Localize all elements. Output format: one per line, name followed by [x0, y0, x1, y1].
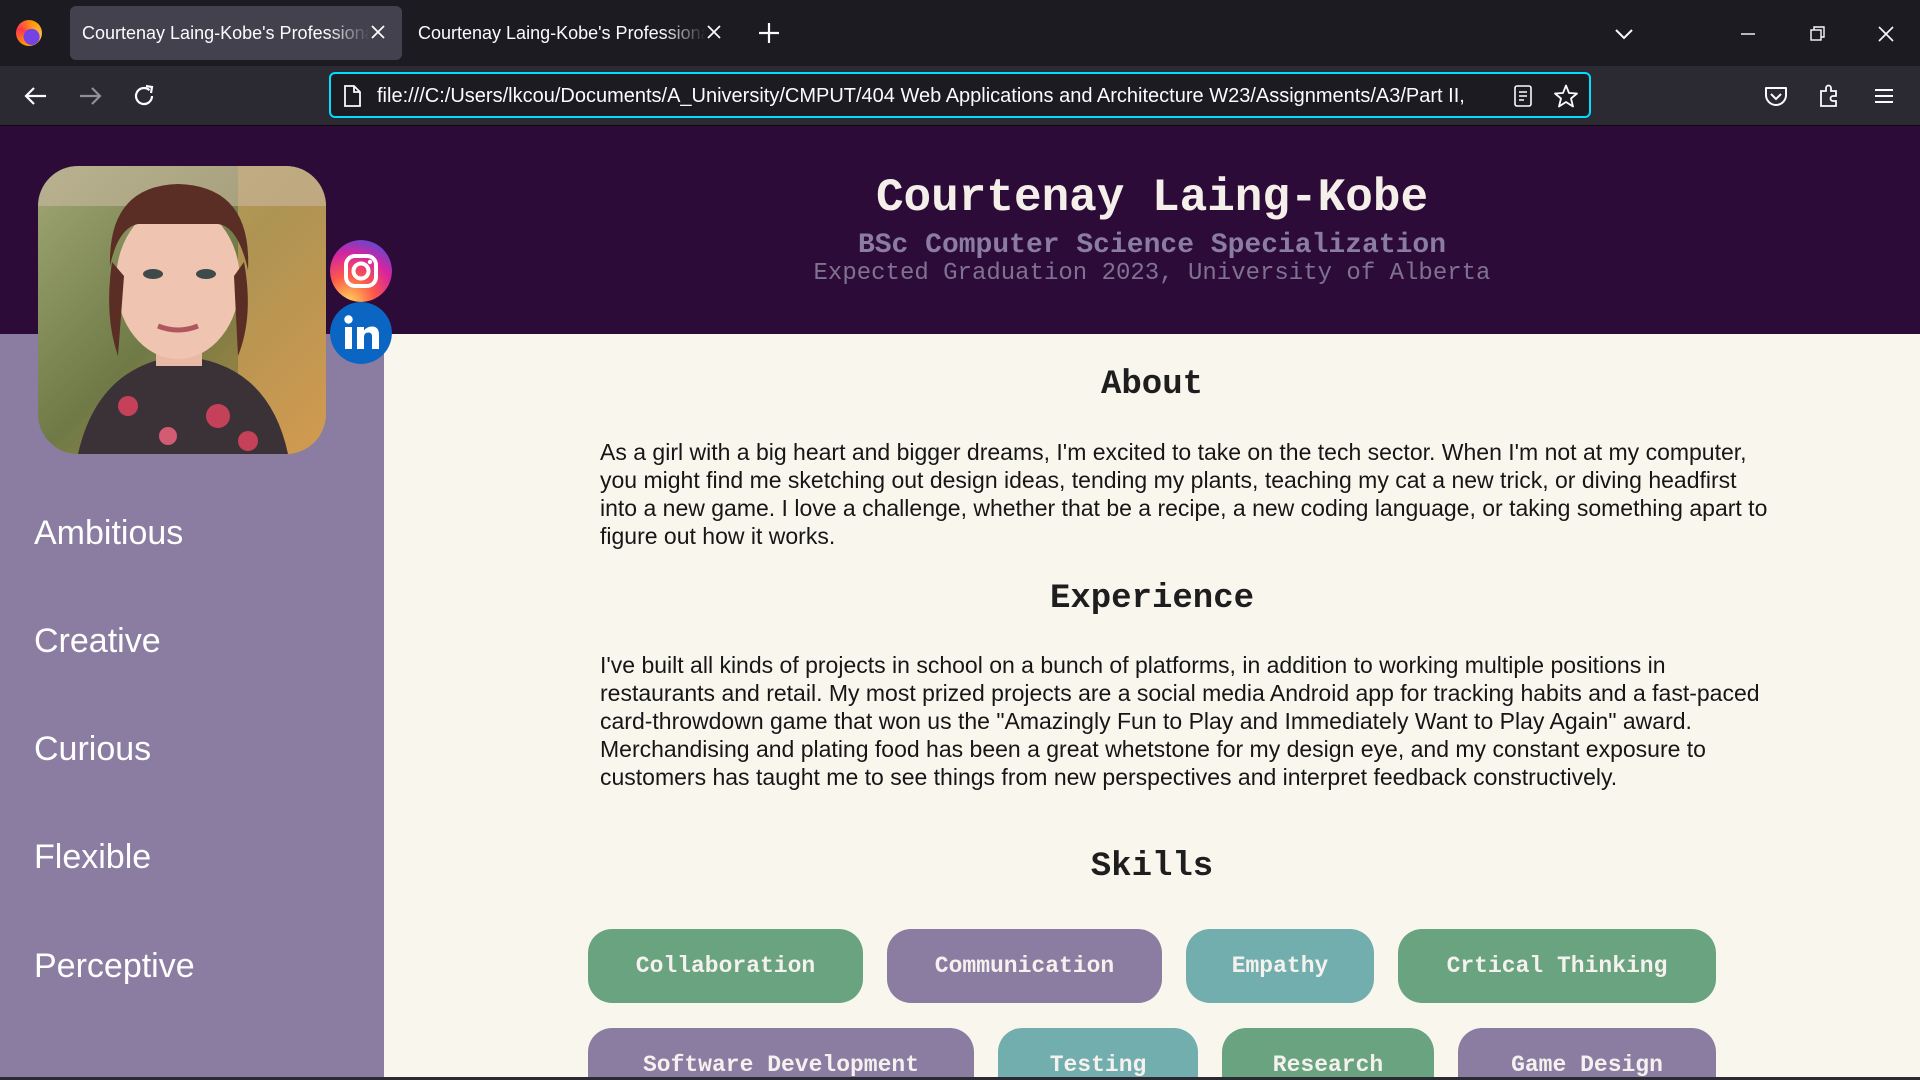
experience-heading: Experience — [1049, 580, 1255, 618]
close-window-icon[interactable] — [1872, 20, 1900, 48]
hamburger-menu-icon[interactable] — [1870, 82, 1898, 110]
about-text: As a girl with a big heart and bigger dr… — [600, 439, 1768, 549]
skill-chip[interactable]: Testing — [998, 1028, 1198, 1080]
experience-text: I've built all kinds of projects in scho… — [600, 652, 1760, 790]
page-document-icon — [344, 85, 361, 107]
trait-flexible: Flexible — [34, 838, 152, 876]
tab-strip: Courtenay Laing-Kobe's Professional Cour… — [0, 0, 1920, 66]
about-heading: About — [1100, 366, 1204, 404]
address-bar[interactable]: file:///C:/Users/lkcou/Documents/A_Unive… — [329, 72, 1591, 118]
tab-title: Courtenay Laing-Kobe's Professional — [418, 22, 706, 43]
instagram-icon[interactable] — [330, 240, 392, 302]
linkedin-icon[interactable] — [330, 302, 392, 364]
page-content: Courtenay Laing-Kobe BSc Computer Scienc… — [0, 126, 1920, 1080]
skill-chip[interactable]: Game Design — [1458, 1028, 1716, 1080]
skill-chip[interactable]: Communication — [887, 929, 1162, 1003]
minimize-window-icon[interactable] — [1734, 20, 1762, 48]
skill-chip[interactable]: Software Development — [588, 1028, 974, 1080]
profile-photo — [38, 166, 326, 454]
page-title: Courtenay Laing-Kobe — [875, 172, 1429, 224]
new-tab-plus-icon[interactable] — [756, 20, 782, 46]
graduation-subtitle: Expected Graduation 2023, University of … — [813, 260, 1491, 287]
degree-subtitle: BSc Computer Science Specialization — [857, 230, 1447, 261]
trait-ambitious: Ambitious — [34, 514, 184, 552]
restore-window-icon[interactable] — [1803, 20, 1831, 48]
back-arrow-icon[interactable] — [22, 82, 50, 110]
bookmark-star-icon[interactable] — [1553, 83, 1579, 109]
tab-active[interactable]: Courtenay Laing-Kobe's Professional — [70, 6, 402, 60]
tab-title: Courtenay Laing-Kobe's Professional — [82, 22, 370, 43]
skills-heading: Skills — [1090, 848, 1214, 886]
reader-view-icon[interactable] — [1511, 84, 1535, 108]
forward-arrow-icon[interactable] — [76, 82, 104, 110]
list-all-tabs-chevron-icon[interactable] — [1610, 20, 1638, 48]
pocket-icon[interactable] — [1762, 82, 1790, 110]
skill-chip[interactable]: Research — [1222, 1028, 1434, 1080]
skill-chip[interactable]: Empathy — [1186, 929, 1374, 1003]
trait-creative: Creative — [34, 622, 161, 660]
trait-curious: Curious — [34, 730, 152, 768]
reload-icon[interactable] — [130, 82, 158, 110]
firefox-logo-icon[interactable] — [16, 20, 42, 46]
close-tab-icon[interactable] — [366, 20, 390, 44]
skill-chip[interactable]: Crtical Thinking — [1398, 929, 1716, 1003]
trait-perceptive: Perceptive — [34, 947, 195, 985]
navigation-toolbar: file:///C:/Users/lkcou/Documents/A_Unive… — [0, 66, 1920, 126]
tab-inactive[interactable]: Courtenay Laing-Kobe's Professional — [406, 6, 738, 60]
url-text[interactable]: file:///C:/Users/lkcou/Documents/A_Unive… — [377, 85, 1507, 108]
extensions-puzzle-icon[interactable] — [1816, 82, 1844, 110]
close-tab-icon[interactable] — [702, 20, 726, 44]
skill-chip[interactable]: Collaboration — [588, 929, 863, 1003]
